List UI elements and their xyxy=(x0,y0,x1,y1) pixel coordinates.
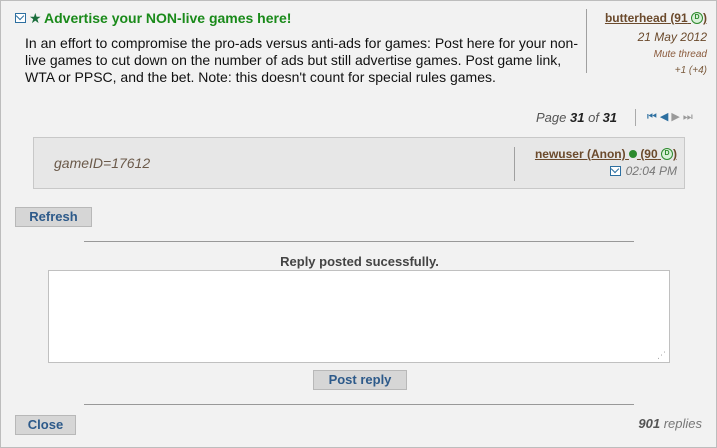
reply-count: 901 replies xyxy=(638,416,702,431)
post-meta: newuser (Anon) (90 D) 02:04 PM xyxy=(514,147,677,181)
close-button[interactable]: Close xyxy=(15,415,76,435)
thread-author-line: butterhead (91 D) xyxy=(587,9,707,27)
prev-page-icon[interactable]: ◀ xyxy=(660,111,668,123)
mute-thread-link[interactable]: Mute thread xyxy=(587,49,707,60)
mail-icon[interactable] xyxy=(609,166,621,176)
rating-icon: D xyxy=(661,147,673,160)
thread-author-box: butterhead (91 D) 21 May 2012 Mute threa… xyxy=(586,9,707,76)
divider-bottom xyxy=(84,404,634,405)
thread-panel: ★ Advertise your NON-live games here! In… xyxy=(0,0,717,448)
thread-header-icons: ★ xyxy=(15,11,42,25)
reply-post: gameID=17612 newuser (Anon) (90 D) 02:04… xyxy=(33,137,685,189)
pager-label: Page 31 of 31 xyxy=(536,110,618,125)
post-author-link[interactable]: newuser (Anon) (90 D) xyxy=(515,147,677,161)
thread-score: +1 (+4) xyxy=(674,65,707,76)
next-page-icon[interactable]: ▶ xyxy=(671,111,679,123)
refresh-button[interactable]: Refresh xyxy=(15,207,92,227)
thread-author-link[interactable]: butterhead (91 D) xyxy=(605,11,707,25)
pager-nav: ⏮ ◀ ▶ ⏭ xyxy=(647,111,693,123)
reply-status-message: Reply posted sucessfully. xyxy=(280,254,439,269)
post-text: gameID=17612 xyxy=(54,155,151,171)
star-icon[interactable]: ★ xyxy=(29,11,42,25)
last-page-icon[interactable]: ⏭ xyxy=(683,111,693,123)
post-time: 02:04 PM xyxy=(625,164,677,178)
thread-title: Advertise your NON-live games here! xyxy=(44,10,292,26)
rating-icon: D xyxy=(691,11,703,24)
post-time-row: 02:04 PM xyxy=(515,164,677,178)
post-reply-button[interactable]: Post reply xyxy=(313,370,407,390)
resize-grip-icon[interactable]: ⋰ xyxy=(657,351,667,361)
thread-body: In an effort to compromise the pro-ads v… xyxy=(25,35,579,85)
first-page-icon[interactable]: ⏮ xyxy=(647,111,657,123)
pager-divider xyxy=(635,109,636,126)
reply-textarea[interactable] xyxy=(48,270,670,363)
online-status-icon xyxy=(628,149,637,158)
thread-date: 21 May 2012 xyxy=(637,30,707,44)
mail-icon[interactable] xyxy=(15,13,26,23)
divider-top xyxy=(84,241,634,242)
